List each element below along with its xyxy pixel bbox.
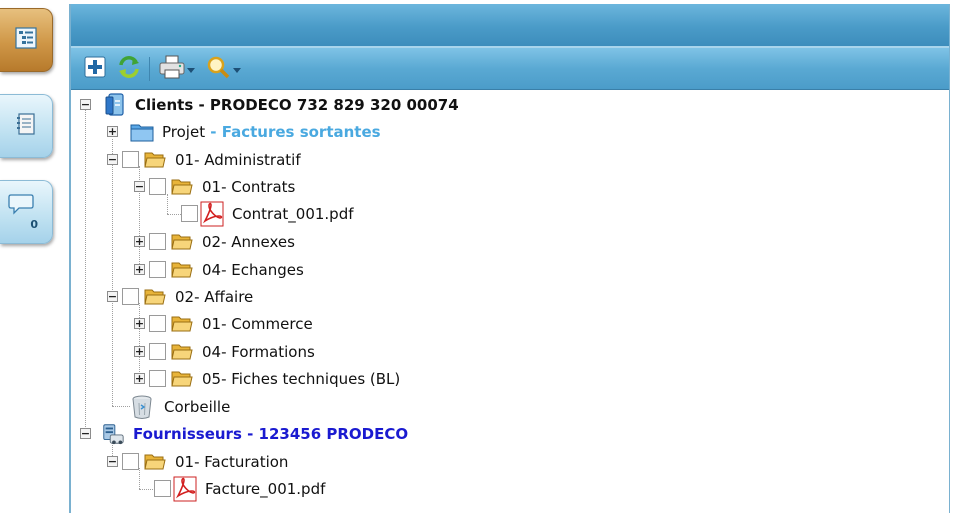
select-checkbox[interactable] bbox=[154, 480, 171, 497]
tree-node-label: 01- Administratif bbox=[175, 150, 301, 169]
tree-node-facturation[interactable]: − 01- Facturation bbox=[107, 448, 288, 475]
tree-node-label: 04- Echanges bbox=[202, 260, 304, 279]
toolbar bbox=[71, 48, 949, 90]
print-button[interactable] bbox=[158, 55, 186, 83]
expand-toggle[interactable]: + bbox=[134, 318, 145, 329]
print-dropdown[interactable] bbox=[186, 55, 196, 83]
expand-toggle[interactable]: + bbox=[134, 236, 145, 247]
expand-toggle[interactable]: + bbox=[134, 264, 145, 275]
side-tab-tree-view[interactable] bbox=[0, 8, 53, 72]
tree-node-commerce[interactable]: + 01- Commerce bbox=[134, 310, 313, 337]
tree-node-label: 04- Formations bbox=[202, 342, 315, 361]
folder-open-icon bbox=[143, 451, 167, 473]
tree-node-corbeille[interactable]: Corbeille bbox=[130, 393, 230, 420]
tree-node-label: Facture_001.pdf bbox=[205, 479, 326, 498]
select-checkbox[interactable] bbox=[149, 261, 166, 278]
comment-count-badge: 0 bbox=[30, 218, 38, 231]
tree-node-contrats[interactable]: − 01- Contrats bbox=[134, 173, 295, 200]
tree-node-administratif[interactable]: − 01- Administratif bbox=[107, 146, 301, 173]
side-tab-comments[interactable]: 0 bbox=[0, 180, 53, 244]
panel-header bbox=[71, 4, 949, 48]
tree-node-label: Clients - PRODECO 732 829 320 00074 bbox=[135, 95, 459, 114]
tree-node-fournisseurs[interactable]: − Fournisseurs - 123456 PRODECO bbox=[80, 420, 408, 447]
select-checkbox[interactable] bbox=[149, 233, 166, 250]
folder-open-icon bbox=[170, 313, 194, 335]
notebook-icon bbox=[14, 112, 38, 140]
expand-toggle[interactable]: + bbox=[134, 346, 145, 357]
refresh-button[interactable] bbox=[115, 55, 143, 83]
tree-node-label: 02- Affaire bbox=[175, 287, 254, 306]
toolbar-separator bbox=[149, 56, 150, 81]
tree-node-projet[interactable]: + Projet - Factures sortantes bbox=[107, 118, 381, 145]
caret-down-icon bbox=[233, 59, 241, 78]
add-button[interactable] bbox=[81, 55, 109, 83]
collapse-toggle[interactable]: − bbox=[107, 291, 118, 302]
folder-open-icon bbox=[170, 176, 194, 198]
folder-open-icon bbox=[170, 341, 194, 363]
search-button[interactable] bbox=[204, 55, 232, 83]
select-checkbox[interactable] bbox=[149, 370, 166, 387]
select-checkbox[interactable] bbox=[149, 178, 166, 195]
search-dropdown[interactable] bbox=[232, 55, 242, 83]
caret-down-icon bbox=[187, 59, 195, 78]
tree-node-annexes[interactable]: + 02- Annexes bbox=[134, 228, 295, 255]
pdf-icon bbox=[200, 201, 224, 226]
tree-node-label: Contrat_001.pdf bbox=[232, 204, 354, 223]
collapse-toggle[interactable]: − bbox=[107, 456, 118, 467]
select-checkbox[interactable] bbox=[122, 151, 139, 168]
pdf-icon bbox=[173, 476, 197, 501]
tree-node-label: Corbeille bbox=[164, 397, 231, 416]
tree-node-label: 05- Fiches techniques (BL) bbox=[202, 369, 401, 388]
tree-node-label: 01- Contrats bbox=[202, 177, 296, 196]
tree-node-label: 01- Facturation bbox=[175, 452, 289, 471]
project-subtitle: - Factures sortantes bbox=[205, 122, 381, 141]
refresh-icon bbox=[117, 55, 141, 83]
print-icon bbox=[158, 54, 186, 84]
select-checkbox[interactable] bbox=[149, 343, 166, 360]
tree-node-contrat-file[interactable]: Contrat_001.pdf bbox=[181, 200, 354, 227]
client-icon bbox=[103, 92, 127, 116]
select-checkbox[interactable] bbox=[122, 288, 139, 305]
tree-list-icon bbox=[14, 26, 38, 54]
collapse-toggle[interactable]: − bbox=[107, 154, 118, 165]
side-tab-notes[interactable] bbox=[0, 94, 53, 158]
tree-node-label: Projet bbox=[162, 122, 206, 141]
tree-node-fiches[interactable]: + 05- Fiches techniques (BL) bbox=[134, 365, 400, 392]
tree-node-formations[interactable]: + 04- Formations bbox=[134, 338, 315, 365]
collapse-toggle[interactable]: − bbox=[80, 428, 91, 439]
trash-icon bbox=[130, 395, 154, 419]
folder-open-icon bbox=[143, 149, 167, 171]
folder-open-icon bbox=[170, 368, 194, 390]
collapse-toggle[interactable]: − bbox=[80, 99, 91, 110]
folder-open-icon bbox=[170, 259, 194, 281]
tree-node-echanges[interactable]: + 04- Echanges bbox=[134, 256, 304, 283]
tree-node-clients[interactable]: − Clients - PRODECO 732 829 320 00074 bbox=[80, 91, 459, 118]
tree-node-label: 02- Annexes bbox=[202, 232, 295, 251]
folder-open-icon bbox=[170, 231, 194, 253]
select-checkbox[interactable] bbox=[149, 315, 166, 332]
tree-node-label: 01- Commerce bbox=[202, 314, 313, 333]
search-icon bbox=[206, 55, 230, 83]
select-checkbox[interactable] bbox=[122, 453, 139, 470]
folder-open-icon bbox=[143, 286, 167, 308]
supplier-icon bbox=[101, 423, 125, 445]
expand-toggle[interactable]: + bbox=[107, 126, 118, 137]
speech-bubble-icon bbox=[8, 192, 34, 220]
select-checkbox[interactable] bbox=[181, 205, 198, 222]
expand-toggle[interactable]: + bbox=[134, 373, 145, 384]
collapse-toggle[interactable]: − bbox=[134, 181, 145, 192]
tree-node-label: Fournisseurs - 123456 PRODECO bbox=[133, 424, 409, 443]
project-folder-icon bbox=[130, 121, 154, 143]
add-icon bbox=[84, 56, 106, 82]
tree-node-facture-file[interactable]: Facture_001.pdf bbox=[154, 475, 325, 502]
tree-node-affaire[interactable]: − 02- Affaire bbox=[107, 283, 253, 310]
